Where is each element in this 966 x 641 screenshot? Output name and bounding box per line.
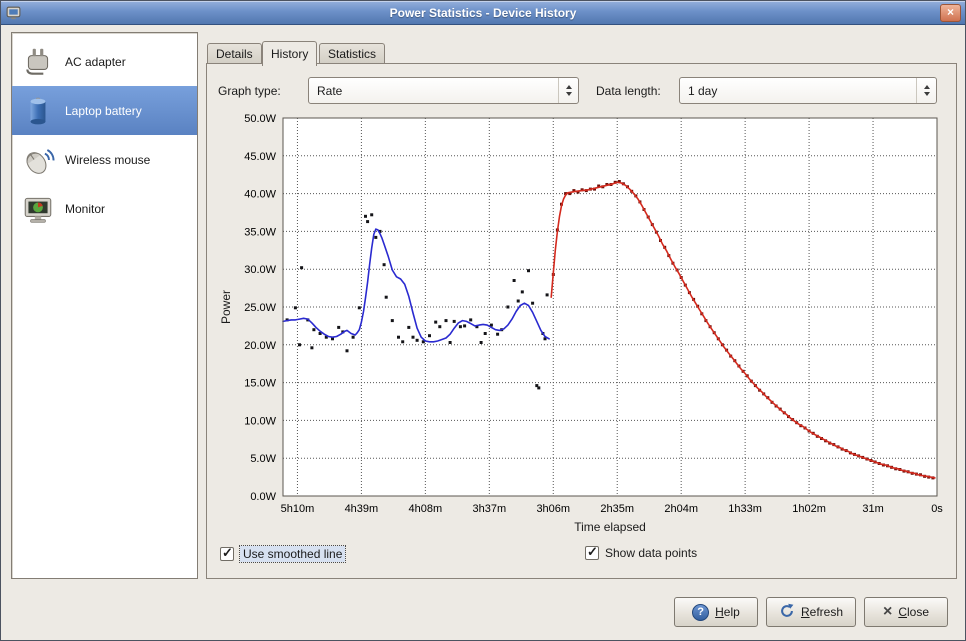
x-axis-title: Time elapsed (283, 520, 937, 534)
graph-type-value: Rate (309, 84, 342, 98)
svg-text:10.0W: 10.0W (244, 415, 276, 427)
svg-text:3h37m: 3h37m (472, 503, 506, 515)
history-chart: Power 5h10m4h39m4h08m3h37m3h06m2h35m2h04… (215, 110, 951, 542)
ac-adapter-icon (20, 44, 56, 80)
check-icon: ✓ (222, 545, 233, 561)
close-button[interactable]: × Close (864, 597, 948, 627)
history-notebook: Details History Statistics Graph type: R… (206, 41, 957, 579)
svg-text:5h10m: 5h10m (281, 503, 315, 515)
device-list: AC adapter Laptop battery (11, 32, 198, 579)
device-item-label: AC adapter (65, 55, 126, 69)
svg-text:4h08m: 4h08m (409, 503, 443, 515)
svg-text:35.0W: 35.0W (244, 226, 276, 238)
graph-type-combobox[interactable]: Rate (308, 77, 579, 104)
svg-text:1h02m: 1h02m (792, 503, 826, 515)
help-button[interactable]: ? Help (674, 597, 758, 627)
titlebar[interactable]: Power Statistics - Device History × (1, 1, 965, 25)
data-length-label: Data length: (596, 84, 661, 98)
refresh-icon (779, 603, 795, 622)
tab-label: Details (216, 47, 253, 61)
svg-text:2h35m: 2h35m (600, 503, 634, 515)
monitor-icon (20, 191, 56, 227)
help-button-label: Help (715, 605, 740, 619)
check-icon: ✓ (587, 544, 598, 560)
window-close-button[interactable]: × (940, 4, 961, 22)
show-data-points-checkbox[interactable]: ✓ Show data points (585, 546, 697, 560)
checkbox-box: ✓ (585, 546, 599, 560)
device-item-monitor[interactable]: Monitor (12, 184, 197, 233)
svg-text:30.0W: 30.0W (244, 264, 276, 276)
device-item-label: Monitor (65, 202, 105, 216)
svg-text:0.0W: 0.0W (250, 491, 276, 503)
svg-text:20.0W: 20.0W (244, 340, 276, 352)
battery-icon (20, 93, 56, 129)
tab-statistics[interactable]: Statistics (319, 43, 385, 64)
combo-arrows-icon (558, 78, 578, 103)
svg-text:2h04m: 2h04m (664, 503, 698, 515)
close-button-label: Close (898, 605, 929, 619)
power-statistics-window: Power Statistics - Device History × AC a… (0, 0, 966, 641)
device-item-laptop-battery[interactable]: Laptop battery (12, 86, 197, 135)
device-item-label: Laptop battery (65, 104, 142, 118)
device-item-wireless-mouse[interactable]: Wireless mouse (12, 135, 197, 184)
svg-text:0s: 0s (931, 503, 943, 515)
device-item-ac-adapter[interactable]: AC adapter (12, 37, 197, 86)
tab-details[interactable]: Details (207, 43, 262, 64)
checkbox-label: Use smoothed line (240, 546, 345, 562)
svg-text:1h33m: 1h33m (728, 503, 762, 515)
svg-text:25.0W: 25.0W (244, 302, 276, 314)
combo-arrows-icon (916, 78, 936, 103)
checkbox-box: ✓ (220, 547, 234, 561)
checkbox-label: Show data points (605, 546, 697, 560)
data-length-combobox[interactable]: 1 day (679, 77, 937, 104)
svg-text:45.0W: 45.0W (244, 151, 276, 163)
tab-label: Statistics (328, 47, 376, 61)
help-icon: ? (692, 604, 709, 621)
close-icon: × (883, 604, 892, 620)
graph-type-label: Graph type: (218, 84, 281, 98)
refresh-button[interactable]: Refresh (766, 597, 856, 627)
tab-history[interactable]: History (262, 41, 317, 66)
refresh-button-label: Refresh (801, 605, 843, 619)
action-button-row: ? Help Refresh × Close (674, 597, 948, 627)
svg-text:4h39m: 4h39m (345, 503, 379, 515)
close-x-icon: × (947, 5, 954, 19)
mouse-icon (20, 142, 56, 178)
tab-label: History (271, 47, 308, 61)
svg-text:15.0W: 15.0W (244, 378, 276, 390)
svg-text:5.0W: 5.0W (250, 453, 276, 465)
history-graph: 5h10m 4h39m 4h08m 3h37m 3h06m 2h35m 2h04m 1h33m… (221, 112, 949, 520)
history-page: Graph type: Rate Data length: 1 day Powe… (206, 63, 957, 579)
data-length-value: 1 day (680, 84, 717, 98)
svg-text:3h06m: 3h06m (536, 503, 570, 515)
device-item-label: Wireless mouse (65, 153, 150, 167)
svg-text:40.0W: 40.0W (244, 189, 276, 201)
svg-text:31m: 31m (862, 503, 883, 515)
svg-text:50.0W: 50.0W (244, 113, 276, 125)
app-icon[interactable] (5, 4, 22, 21)
use-smoothed-line-checkbox[interactable]: ✓ Use smoothed line (220, 546, 345, 562)
window-title: Power Statistics - Device History (1, 6, 965, 20)
